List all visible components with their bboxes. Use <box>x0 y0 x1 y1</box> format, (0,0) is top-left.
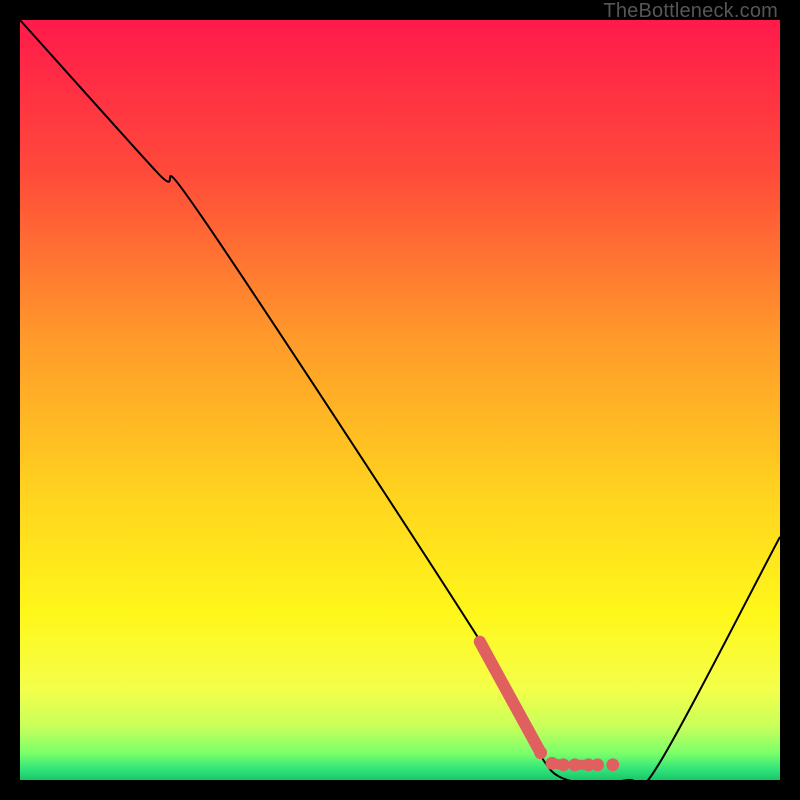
optimal-range-marker <box>480 642 619 772</box>
bottleneck-curve <box>20 20 780 787</box>
chart-frame: TheBottleneck.com <box>0 0 800 800</box>
plot-area <box>20 20 780 780</box>
watermark-text: TheBottleneck.com <box>603 0 778 23</box>
chart-svg <box>20 20 780 780</box>
